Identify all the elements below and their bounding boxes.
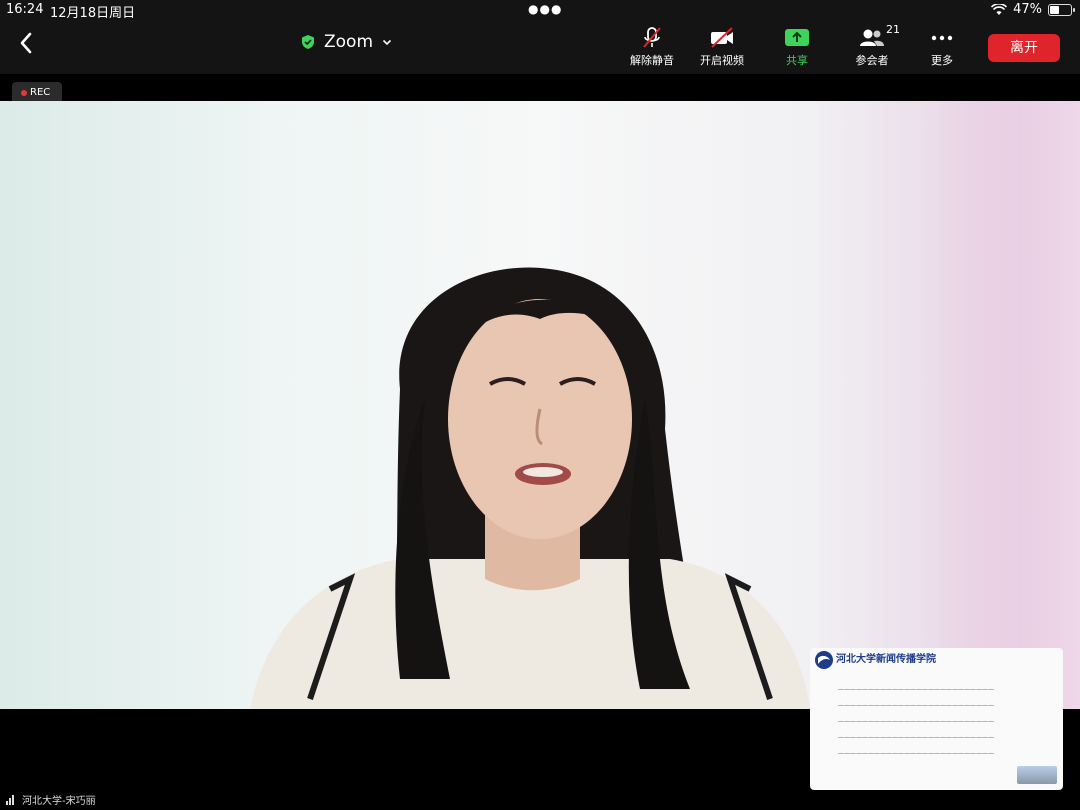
meeting-toolbar: Zoom 解除静音 开启视频 共享 21 参会者 更多 离开 — [0, 20, 1080, 74]
start-video-button[interactable]: 开启视频 — [687, 26, 757, 72]
university-logo-icon — [815, 651, 833, 669]
unmute-button[interactable]: 解除静音 — [617, 26, 687, 72]
more-label: 更多 — [931, 54, 953, 67]
shared-screen-thumbnail[interactable]: 河北大学新闻传播学院 —————————————————————————— ——… — [810, 648, 1063, 790]
speaker-figure — [250, 267, 810, 709]
status-date: 12月18日周日 — [50, 6, 136, 21]
participants-icon — [860, 29, 884, 46]
battery-percent: 47% — [1013, 2, 1042, 17]
slide-image — [1017, 766, 1057, 784]
status-time: 16:24 — [6, 2, 44, 17]
more-dots-icon — [931, 35, 953, 41]
meeting-title: Zoom — [324, 32, 374, 52]
battery-icon — [1048, 3, 1075, 16]
share-button[interactable]: 共享 — [762, 26, 832, 72]
participants-label: 参会者 — [855, 54, 889, 67]
speaker-name: 河北大学-宋巧丽 — [22, 796, 96, 807]
wifi-icon — [991, 3, 1008, 15]
share-label: 共享 — [786, 54, 808, 67]
start-video-label: 开启视频 — [700, 54, 744, 67]
mic-muted-icon — [643, 27, 661, 48]
slide-handwriting: —————————————————————————— —————————————… — [838, 686, 994, 757]
participants-button[interactable]: 21 参会者 — [837, 23, 907, 72]
chevron-down-icon — [382, 39, 392, 46]
active-speaker-video[interactable] — [0, 101, 1080, 709]
slide-org-title: 河北大学新闻传播学院 — [836, 654, 936, 665]
back-chevron-icon[interactable] — [12, 28, 42, 58]
video-off-icon — [711, 27, 733, 48]
leave-button[interactable]: 离开 — [988, 34, 1060, 62]
meeting-title-dropdown[interactable]: Zoom — [300, 32, 393, 52]
more-button[interactable]: 更多 — [907, 26, 977, 72]
signal-bars-icon — [6, 794, 18, 805]
unmute-label: 解除静音 — [630, 54, 674, 67]
speaker-name-tag: 河北大学-宋巧丽 — [6, 792, 96, 807]
participants-count: 21 — [886, 23, 900, 36]
share-screen-icon — [785, 29, 809, 46]
status-bar: 16:24 12月18日周日 ●●● 47% — [0, 0, 1080, 21]
multitask-dots-icon[interactable]: ●●● — [528, 2, 562, 16]
shield-check-icon — [302, 35, 314, 49]
status-right: 47% — [991, 2, 1075, 17]
background-blur — [930, 101, 1080, 709]
